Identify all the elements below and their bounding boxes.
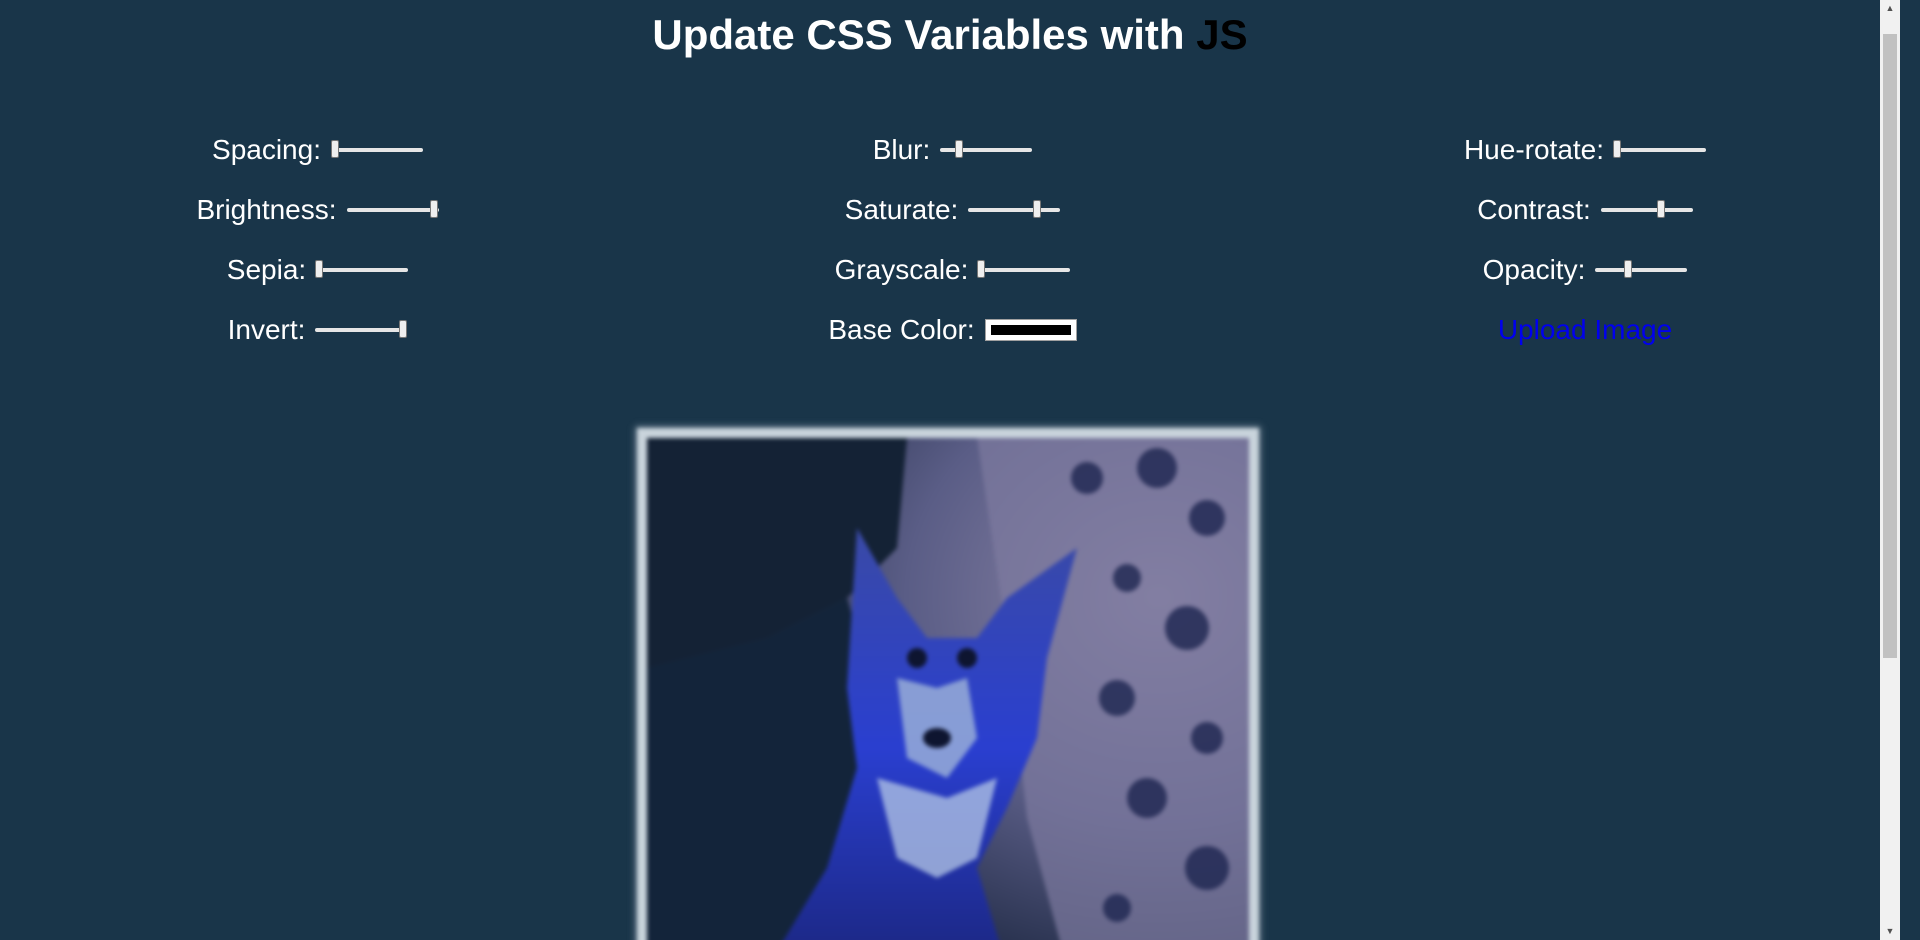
control-saturate: Saturate:	[635, 180, 1270, 240]
contrast-slider-thumb[interactable]	[1656, 200, 1665, 218]
spacing-slider-thumb[interactable]	[330, 140, 339, 158]
brightness-slider-thumb[interactable]	[429, 200, 438, 218]
base-color-swatch	[990, 325, 1071, 335]
spacing-slider-track	[330, 148, 423, 152]
upload-image-link[interactable]: Upload Image	[1498, 314, 1672, 346]
control-upload-image: Upload Image	[1270, 300, 1900, 360]
image-frame	[637, 428, 1259, 940]
saturate-slider-track	[968, 208, 1061, 212]
invert-slider-track	[315, 328, 408, 332]
control-base-color: Base Color:	[635, 300, 1270, 360]
invert-label: Invert:	[227, 314, 306, 345]
grayscale-label: Grayscale:	[834, 254, 969, 285]
control-hue-rotate: Hue-rotate:	[1270, 120, 1900, 180]
brightness-slider[interactable]	[346, 200, 439, 220]
invert-slider[interactable]	[315, 320, 408, 340]
page: Update CSS Variables with JS Spacing: Blu…	[0, 0, 1900, 940]
controls-panel: Spacing: Blur: Hue-rotate: Brightness: Satur…	[0, 120, 1900, 360]
base-color-picker[interactable]	[984, 319, 1077, 341]
hue-rotate-slider[interactable]	[1612, 140, 1707, 160]
page-title-highlight: JS	[1196, 11, 1248, 58]
hue-rotate-label: Hue-rotate:	[1463, 134, 1605, 165]
fox-image	[647, 438, 1249, 940]
scrollbar-thumb[interactable]	[1883, 34, 1897, 658]
sepia-label: Sepia:	[226, 254, 307, 285]
opacity-slider[interactable]	[1595, 260, 1688, 280]
hue-rotate-slider-thumb[interactable]	[1612, 140, 1621, 158]
grayscale-slider[interactable]	[977, 260, 1071, 280]
invert-slider-thumb[interactable]	[398, 320, 407, 338]
page-title-text: Update CSS Variables with	[652, 11, 1197, 58]
control-sepia: Sepia:	[0, 240, 635, 300]
control-brightness: Brightness:	[0, 180, 635, 240]
control-opacity: Opacity:	[1270, 240, 1900, 300]
blur-slider[interactable]	[940, 140, 1033, 160]
saturate-slider-thumb[interactable]	[1033, 200, 1042, 218]
sepia-slider[interactable]	[314, 260, 409, 280]
opacity-slider-track	[1595, 268, 1688, 272]
opacity-slider-thumb[interactable]	[1623, 260, 1632, 278]
contrast-slider[interactable]	[1600, 200, 1693, 220]
saturate-label: Saturate:	[844, 194, 959, 225]
scrollbar[interactable]: ▲ ▼	[1880, 0, 1900, 940]
scroll-up-arrow-icon[interactable]: ▲	[1880, 0, 1900, 17]
blur-label: Blur:	[872, 134, 931, 165]
control-contrast: Contrast:	[1270, 180, 1900, 240]
grayscale-slider-track	[978, 268, 1071, 272]
control-grayscale: Grayscale:	[635, 240, 1270, 300]
opacity-label: Opacity:	[1482, 254, 1586, 285]
control-spacing: Spacing:	[0, 120, 635, 180]
control-invert: Invert:	[0, 300, 635, 360]
saturate-slider[interactable]	[968, 200, 1061, 220]
spacing-label: Spacing:	[212, 134, 321, 165]
grayscale-slider-thumb[interactable]	[977, 260, 986, 278]
control-blur: Blur:	[635, 120, 1270, 180]
contrast-label: Contrast:	[1477, 194, 1591, 225]
spacing-slider[interactable]	[330, 140, 423, 160]
sepia-slider-thumb[interactable]	[314, 260, 323, 278]
page-title: Update CSS Variables with JS	[0, 0, 1900, 60]
sepia-slider-track	[316, 268, 409, 272]
scroll-down-arrow-icon[interactable]: ▼	[1880, 923, 1900, 940]
contrast-slider-track	[1600, 208, 1693, 212]
brightness-label: Brightness:	[196, 194, 337, 225]
brightness-slider-track	[346, 208, 439, 212]
hue-rotate-slider-track	[1614, 148, 1707, 152]
blur-slider-thumb[interactable]	[954, 140, 963, 158]
base-color-label: Base Color:	[828, 314, 975, 345]
